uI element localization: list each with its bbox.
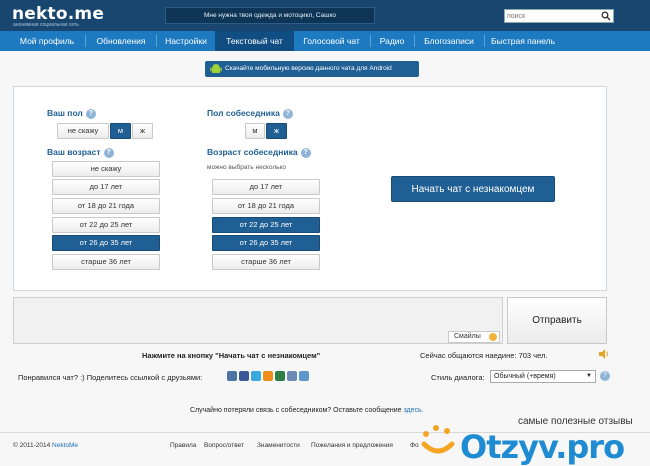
livejournal-icon[interactable] — [287, 371, 297, 381]
your-age-option[interactable]: не скажу — [52, 161, 160, 177]
brand-link[interactable]: NektoMe — [52, 442, 78, 449]
partner-age-hint: можно выбрать несколько — [207, 164, 287, 171]
help-icon[interactable]: ? — [300, 147, 311, 158]
partner-age-option[interactable]: старше 36 лет — [212, 254, 320, 270]
search-icon[interactable] — [601, 11, 611, 21]
nav-item-blogs[interactable]: Блогозаписи — [416, 31, 482, 51]
watermark-caption: самые полезные отзывы — [518, 416, 633, 427]
nav-divider — [414, 35, 415, 47]
partner-gender-option[interactable]: м — [245, 123, 265, 139]
your-age-option[interactable]: от 18 до 21 года — [52, 198, 160, 214]
search-input[interactable] — [507, 10, 595, 22]
smiley-logo-icon — [421, 425, 455, 454]
your-age-option[interactable]: старше 36 лет — [52, 254, 160, 270]
your-age-label-text: Ваш возраст — [47, 147, 101, 157]
android-download-banner[interactable]: Скачайте мобильную версию данного чата д… — [205, 61, 419, 77]
footer-link-rules[interactable]: Правила — [170, 442, 196, 449]
help-icon[interactable]: ? — [282, 108, 293, 119]
logo-subtitle: анонимная социальная сеть — [13, 22, 79, 28]
nav-item-settings[interactable]: Настройки — [158, 31, 214, 51]
your-age-option[interactable]: от 22 до 25 лет — [52, 217, 160, 233]
main-nav: Мой профиль Обновления Настройки Текстов… — [0, 31, 650, 51]
your-age-label: Ваш возраст? — [47, 147, 114, 158]
partner-gender-label: Пол собеседника? — [207, 108, 293, 119]
your-age-option[interactable]: от 26 до 35 лет — [52, 235, 160, 251]
your-gender-option[interactable]: м — [110, 123, 131, 139]
partner-age-option[interactable]: от 22 до 25 лет — [212, 217, 320, 233]
dialog-style-value: Обычный (+время) — [494, 373, 556, 380]
top-bar: nekto.me анонимная социальная сеть Мне н… — [0, 0, 650, 31]
facebook-icon[interactable] — [239, 371, 249, 381]
your-gender-label-text: Ваш пол — [47, 108, 83, 118]
nav-item-quick-panel[interactable]: Быстрая панель — [486, 31, 560, 51]
nav-item-voice-chat[interactable]: Голосовой чат — [295, 31, 368, 51]
otzyv-watermark: самые полезные отзывы Otzyv.pro — [418, 408, 650, 466]
footer-link-celebrities[interactable]: Знаменитости — [257, 442, 300, 449]
search-box — [504, 9, 614, 23]
lost-connection-message: Случайно потеряли связь с собеседником? … — [190, 407, 402, 414]
smiles-button[interactable]: Смайлы — [448, 331, 500, 343]
site-logo[interactable]: nekto.me — [12, 4, 104, 24]
partner-gender-label-text: Пол собеседника — [207, 108, 280, 118]
odnoklassniki-icon[interactable] — [263, 371, 273, 381]
partner-gender-option[interactable]: ж — [266, 123, 287, 139]
footer-link-faq[interactable]: Вопрос/ответ — [204, 442, 244, 449]
message-input[interactable] — [14, 298, 502, 343]
nav-divider — [370, 35, 371, 47]
smile-icon — [489, 333, 497, 341]
smiles-label: Смайлы — [454, 333, 481, 340]
android-banner-text: Скачайте мобильную версию данного чата д… — [225, 65, 392, 72]
copyright: © 2011-2014 NektoMe — [13, 442, 78, 449]
your-gender-option[interactable]: не скажу — [57, 123, 109, 139]
mailru-icon[interactable] — [275, 371, 285, 381]
partner-age-option[interactable]: от 26 до 35 лет — [212, 235, 320, 251]
footer-link-suggestions[interactable]: Пожелания и предложения — [311, 442, 393, 449]
speaker-icon[interactable] — [598, 348, 610, 360]
help-icon[interactable]: ? — [600, 371, 610, 381]
nav-item-updates[interactable]: Обновления — [88, 31, 154, 51]
partner-age-option[interactable]: от 18 до 21 года — [212, 198, 320, 214]
watermark-logo: Otzyv.pro — [460, 428, 625, 466]
dialog-style-label: Стиль диалога: — [431, 373, 485, 382]
message-box — [13, 297, 503, 344]
nav-divider — [85, 35, 86, 47]
android-icon — [210, 64, 222, 73]
vk-icon[interactable] — [227, 371, 237, 381]
nav-divider — [484, 35, 485, 47]
nav-item-radio[interactable]: Радио — [372, 31, 412, 51]
partner-age-option[interactable]: до 17 лет — [212, 179, 320, 195]
status-message[interactable]: Мне нужна твоя одежда и мотоцикл, Сашко — [165, 7, 375, 24]
share-label: Понравился чат? :) Поделитесь ссылкой с … — [18, 373, 203, 382]
share-icons — [227, 371, 327, 383]
nav-divider — [156, 35, 157, 47]
your-gender-option[interactable]: ж — [132, 123, 153, 139]
copyright-text: © 2011-2014 — [13, 442, 51, 449]
partner-age-label-text: Возраст собеседника — [207, 147, 298, 157]
partner-age-label: Возраст собеседника? — [207, 147, 311, 158]
online-count: Сейчас общаются наедине: 703 чел. — [420, 351, 548, 360]
send-button[interactable]: Отправить — [507, 297, 607, 344]
twitter-icon[interactable] — [251, 371, 261, 381]
instruction-text: Нажмите на кнопку "Начать чат с незнаком… — [142, 351, 321, 360]
your-age-option[interactable]: до 17 лет — [52, 179, 160, 195]
your-gender-label: Ваш пол? — [47, 108, 96, 119]
start-chat-button[interactable]: Начать чат с незнакомцем — [391, 176, 555, 202]
nav-item-profile[interactable]: Мой профиль — [12, 31, 82, 51]
nav-item-text-chat[interactable]: Текстовый чат — [215, 31, 294, 51]
dialog-style-select[interactable]: Обычный (+время) ▼ — [490, 370, 596, 383]
bookmark-icon[interactable] — [299, 371, 309, 381]
chevron-down-icon: ▼ — [586, 373, 592, 379]
help-icon[interactable]: ? — [85, 108, 96, 119]
lost-connection-text: Случайно потеряли связь с собеседником? … — [190, 407, 424, 414]
help-icon[interactable]: ? — [103, 147, 114, 158]
